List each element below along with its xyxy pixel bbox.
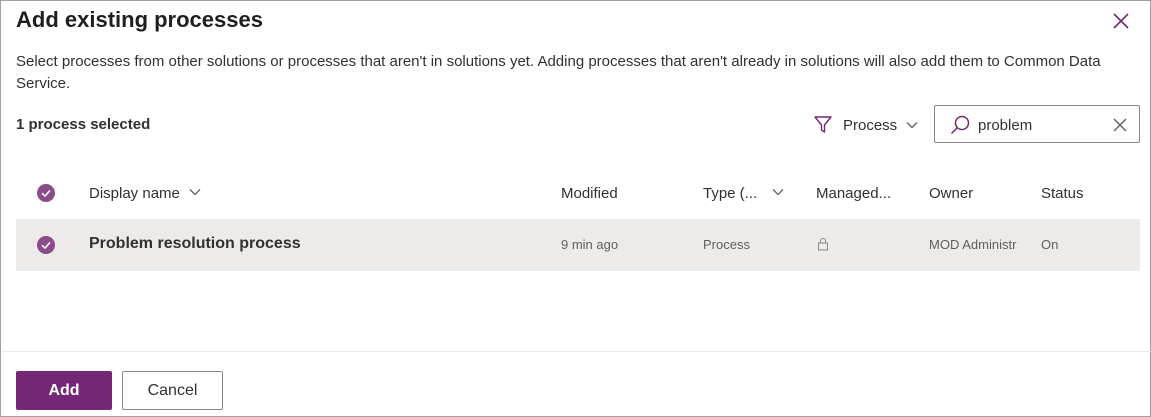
column-label-type: Type (... [703, 185, 758, 202]
row-type: Process [703, 237, 750, 252]
grid-header: Display name Modified Type (... Managed.… [16, 173, 1140, 215]
search-input[interactable] [978, 114, 1108, 136]
checkmark-icon [41, 241, 51, 250]
column-header-modified[interactable]: Modified [561, 183, 618, 205]
clear-search-icon[interactable] [1112, 117, 1128, 133]
column-label-display-name: Display name [89, 185, 180, 202]
row-owner: MOD Administr [929, 237, 1017, 252]
select-all-checkbox[interactable] [37, 184, 55, 202]
dialog-description: Select processes from other solutions or… [16, 53, 1101, 92]
lock-icon [818, 238, 828, 251]
filter-icon [814, 116, 832, 133]
close-icon[interactable] [1111, 11, 1131, 31]
dialog-title: Add existing processes [16, 7, 263, 32]
cancel-button[interactable]: Cancel [122, 371, 223, 410]
row-status: On [1041, 237, 1059, 252]
selection-count: 1 process selected [16, 116, 151, 133]
row-checkbox[interactable] [37, 236, 55, 254]
column-header-status[interactable]: Status [1041, 183, 1084, 205]
search-icon [950, 115, 970, 135]
row-display-name: Problem resolution process [89, 235, 301, 252]
column-header-managed[interactable]: Managed... [816, 183, 891, 205]
filter-label: Process [843, 116, 898, 134]
footer-divider [2, 351, 1151, 352]
add-button[interactable]: Add [16, 371, 112, 410]
add-existing-processes-dialog: Add existing processes Select processes … [0, 0, 1151, 417]
column-header-display-name[interactable]: Display name [89, 183, 202, 205]
checkmark-icon [41, 189, 51, 198]
chevron-down-icon [772, 189, 784, 196]
row-modified: 9 min ago [561, 237, 619, 252]
chevron-down-icon [189, 189, 201, 196]
process-filter-dropdown[interactable]: Process [813, 113, 919, 137]
search-box [934, 105, 1140, 143]
column-header-owner[interactable]: Owner [929, 183, 973, 205]
chevron-down-icon [906, 122, 918, 129]
table-row[interactable]: Problem resolution process 9 min ago Pro… [16, 219, 1140, 271]
column-header-type[interactable]: Type (... [703, 183, 785, 205]
